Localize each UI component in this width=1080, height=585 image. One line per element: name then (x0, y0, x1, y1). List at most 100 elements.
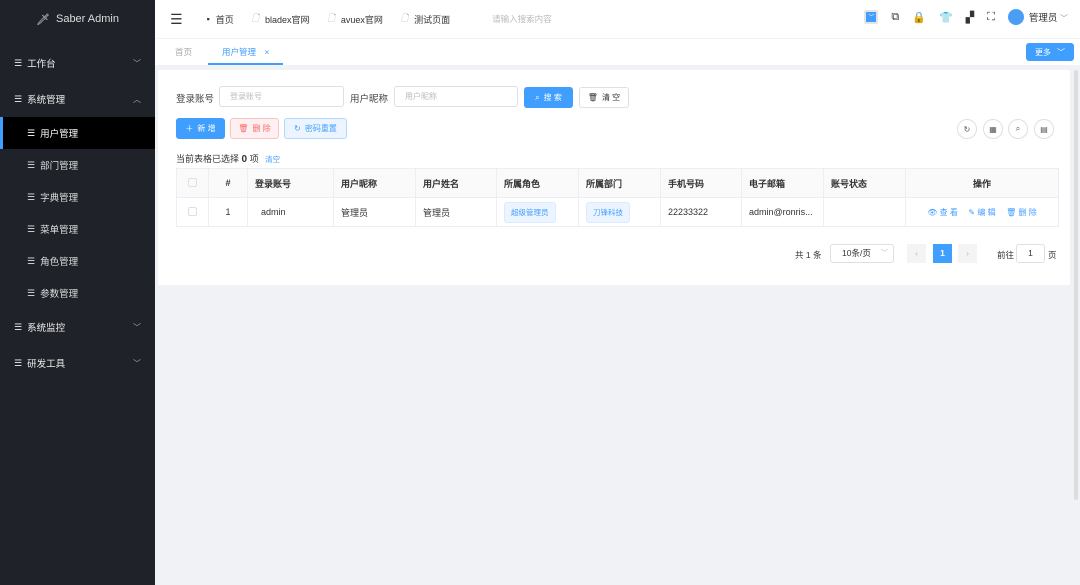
col-email: 电子邮箱 (741, 168, 824, 198)
cell-nick: 管理员 (333, 197, 416, 227)
list-icon: ☰ (14, 357, 23, 368)
col-index: # (208, 168, 248, 198)
search-button[interactable]: ⌕ 搜 索 (524, 87, 573, 108)
plus-icon: ＋ (185, 124, 194, 133)
role-tag: 超级管理员 (504, 201, 556, 223)
list-icon: ☰ (27, 223, 36, 234)
scrollbar[interactable] (1074, 70, 1078, 500)
sidebar-item-dict[interactable]: ☰ 字典管理 (0, 181, 155, 213)
nav-avuex[interactable]: 🗋 avuex官网 (328, 11, 383, 27)
tag-users[interactable]: 用户管理 × (208, 39, 284, 65)
list-icon: ☰ (27, 287, 36, 298)
page-size-select[interactable]: 10条/页 ﹀ (830, 244, 894, 263)
sidebar-item-users[interactable]: ☰ 用户管理 (0, 117, 155, 149)
document-icon: 🗋 (251, 13, 260, 23)
edit-icon: ✎ (968, 207, 976, 217)
goto-page-input[interactable]: 1 (1016, 244, 1045, 263)
document-icon: 🗋 (327, 13, 335, 23)
edit-button[interactable]: ✎ 编 辑 (968, 208, 995, 217)
nick-label: 用户昵称 (350, 94, 389, 105)
nav-test[interactable]: 🗋 测试页面 (401, 11, 450, 27)
add-button[interactable]: ＋新 增 (176, 118, 225, 139)
goto-label: 前往 (997, 250, 1015, 260)
cell-phone: 22233322 (660, 197, 742, 227)
sidebar-item-system[interactable]: ☰ 系统管理 ︿ (0, 81, 155, 117)
selection-info: 当前表格已选择 0 项 清空 (176, 154, 281, 165)
col-actions: 操作 (905, 168, 1059, 198)
user-table: # 登录账号 用户昵称 用户姓名 所属角色 所属部门 手机号码 电子邮箱 账号状… (176, 168, 1059, 227)
top-header: ☰ ▪ 首页 🗋 bladex官网 🗋 avuex官网 🗋 测试页面 请输入搜索内容 ﹀… (155, 0, 1080, 38)
fullscreen-icon[interactable]: ⛶ (987, 11, 995, 24)
nav-bladex[interactable]: 🗋 bladex官网 (252, 11, 310, 27)
chevron-down-icon: ﹀ (133, 358, 141, 368)
refresh-icon[interactable]: ↻ (957, 119, 977, 139)
debug-icon[interactable]: ⧉ (891, 11, 899, 24)
col-account: 登录账号 (247, 168, 334, 198)
table-header: # 登录账号 用户昵称 用户姓名 所属角色 所属部门 手机号码 电子邮箱 账号状… (176, 168, 1059, 198)
refresh-icon: ↻ (294, 124, 301, 133)
list-icon: ☰ (14, 93, 23, 104)
view-button[interactable]: 👁 查 看 (927, 208, 958, 217)
sidebar: 🗡 Saber Admin ☰ 工作台 ﹀ ☰ 系统管理 ︿ ☰ 用户管理 ☰ 部门管理 ☰ 字… (0, 0, 155, 585)
col-phone: 手机号码 (660, 168, 742, 198)
col-dept: 所属部门 (578, 168, 661, 198)
document-icon: 🗋 (400, 13, 409, 23)
avatar[interactable] (1007, 9, 1024, 25)
grid-icon[interactable]: ▦ (983, 119, 1003, 139)
hamburger-icon[interactable]: ☰ (170, 11, 183, 28)
user-menu[interactable]: 管理员 ﹀ (1029, 10, 1068, 24)
sidebar-item-role[interactable]: ☰ 角色管理 (0, 245, 155, 277)
lock-icon[interactable]: 🔒 (912, 11, 926, 24)
reset-password-button[interactable]: ↻ 密码重置 (284, 118, 347, 139)
row-delete-button[interactable]: 🗑 删 除 (1006, 208, 1037, 217)
sidebar-item-devtools[interactable]: ☰ 研发工具 ﹀ (0, 345, 155, 381)
tag-bar: 首页 用户管理 × 更多 ﹀ (155, 38, 1080, 65)
cell-actions: 👁 查 看 ✎ 编 辑 🗑 删 除 (905, 197, 1059, 227)
tag-home[interactable]: 首页 (175, 39, 192, 65)
list-icon: ☰ (27, 255, 36, 266)
cell-index: 1 (208, 197, 248, 227)
clear-button[interactable]: 🗑 清 空 (579, 87, 629, 108)
theme-shirt-icon[interactable]: 👕 (939, 11, 953, 24)
sidebar-item-dept[interactable]: ☰ 部门管理 (0, 149, 155, 181)
chevron-down-icon: ﹀ (133, 58, 141, 68)
list-icon: ☰ (14, 57, 23, 68)
chevron-down-icon: ﹀ (881, 250, 888, 257)
prev-page-button[interactable]: ‹ (907, 244, 926, 263)
table-row: 1 admin 管理员 管理员 超级管理员 刀锋科技 22233322 admi… (176, 197, 1059, 227)
more-button[interactable]: 更多 ﹀ (1026, 43, 1074, 61)
account-label: 登录账号 (176, 94, 215, 105)
close-icon[interactable]: × (264, 47, 269, 57)
sidebar-item-param[interactable]: ☰ 参数管理 (0, 277, 155, 309)
account-input[interactable]: 登录账号 (219, 86, 344, 107)
col-status: 账号状态 (823, 168, 906, 198)
chevron-down-icon: ﹀ (1057, 47, 1065, 57)
print-icon[interactable]: ▤ (1034, 119, 1054, 139)
trash-icon: 🗑 (238, 124, 249, 133)
language-icon[interactable]: ▞ (966, 11, 974, 24)
sidebar-item-monitor[interactable]: ☰ 系统监控 ﹀ (0, 309, 155, 345)
search-icon[interactable]: ⌕ (1008, 119, 1028, 139)
col-name: 用户姓名 (415, 168, 497, 198)
page-1-button[interactable]: 1 (933, 244, 952, 263)
eye-icon: 👁 (927, 207, 938, 217)
global-search-input[interactable]: 请输入搜索内容 (492, 13, 552, 25)
delete-button[interactable]: 🗑 删 除 (230, 118, 279, 139)
col-nick: 用户昵称 (333, 168, 416, 198)
trash-icon: 🗑 (587, 93, 598, 102)
select-all-checkbox[interactable] (188, 177, 197, 187)
sidebar-item-workbench[interactable]: ☰ 工作台 ﹀ (0, 45, 155, 81)
sidebar-item-menu[interactable]: ☰ 菜单管理 (0, 213, 155, 245)
theme-color-picker[interactable]: ﹀ (864, 10, 879, 24)
cell-dept: 刀锋科技 (578, 197, 661, 227)
nick-input[interactable]: 用户昵称 (394, 86, 518, 107)
cell-account: admin (247, 197, 334, 227)
row-checkbox[interactable] (188, 206, 197, 216)
cell-role: 超级管理员 (496, 197, 579, 227)
list-icon: ☰ (27, 191, 36, 202)
nav-home[interactable]: ▪ 首页 (207, 11, 234, 27)
cell-status (823, 197, 906, 227)
next-page-button[interactable]: › (958, 244, 977, 263)
logo[interactable]: 🗡 Saber Admin (0, 0, 155, 38)
clear-selection-link[interactable]: 清空 (265, 155, 280, 164)
